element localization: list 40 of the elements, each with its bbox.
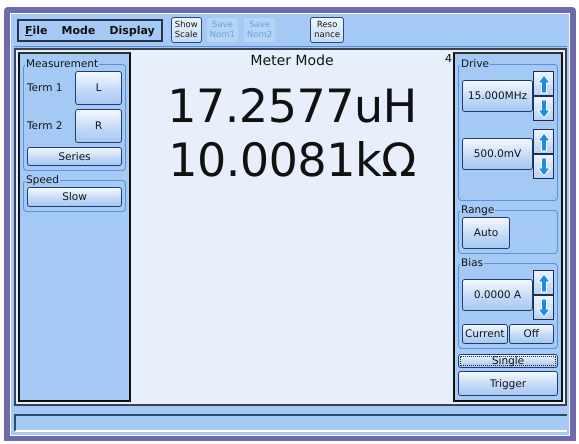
bias-value-button[interactable]: 0.0000 A xyxy=(462,279,533,312)
mode-title: Meter Mode xyxy=(250,53,334,70)
group-title: Bias xyxy=(460,257,484,270)
corner-number: 4 xyxy=(445,52,452,66)
menu-item[interactable]: File xyxy=(25,24,48,37)
bias-state-button[interactable]: Off xyxy=(508,324,554,344)
up-arrow-icon xyxy=(536,272,550,293)
bias-type-button[interactable]: Current xyxy=(462,324,508,344)
meter-reading: 17.2577uH xyxy=(167,79,417,134)
up-arrow-icon xyxy=(536,74,550,94)
increase-button[interactable] xyxy=(533,270,554,296)
speed-button[interactable]: Slow xyxy=(27,187,122,208)
toolbar-button[interactable]: Show Scale xyxy=(170,17,202,44)
term-button[interactable]: L xyxy=(75,71,122,106)
up-arrow-icon xyxy=(536,132,550,152)
meter-reading: 10.0081kΩ xyxy=(168,133,416,188)
term-label: Term 2 xyxy=(27,120,62,132)
down-arrow-icon xyxy=(536,156,550,177)
group-title: Drive xyxy=(460,58,490,70)
decrease-button[interactable] xyxy=(533,295,554,320)
decrease-button[interactable] xyxy=(533,96,554,122)
series-button[interactable]: Series xyxy=(27,147,122,166)
drive-value-button[interactable]: 500.0mV xyxy=(462,138,533,170)
down-arrow-icon xyxy=(536,98,550,119)
term-button[interactable]: R xyxy=(75,109,122,144)
decrease-button[interactable] xyxy=(533,154,554,180)
drive-value-button[interactable]: 15.000MHz xyxy=(462,80,533,112)
increase-button[interactable] xyxy=(533,71,554,96)
down-arrow-icon xyxy=(536,298,550,318)
increase-button[interactable] xyxy=(533,129,554,154)
single-button[interactable]: Single xyxy=(458,354,558,368)
range-button[interactable]: Auto xyxy=(462,217,510,250)
group-title: Measurement xyxy=(25,58,100,70)
menu-item[interactable]: Mode xyxy=(62,24,96,37)
trigger-button[interactable]: Trigger xyxy=(458,371,558,396)
toolbar-button[interactable]: Reso nance xyxy=(310,17,344,44)
term-label: Term 1 xyxy=(27,82,62,94)
group-title: Range xyxy=(460,204,496,216)
group-title: Speed xyxy=(25,174,60,186)
menu-item[interactable]: Display xyxy=(109,24,155,37)
